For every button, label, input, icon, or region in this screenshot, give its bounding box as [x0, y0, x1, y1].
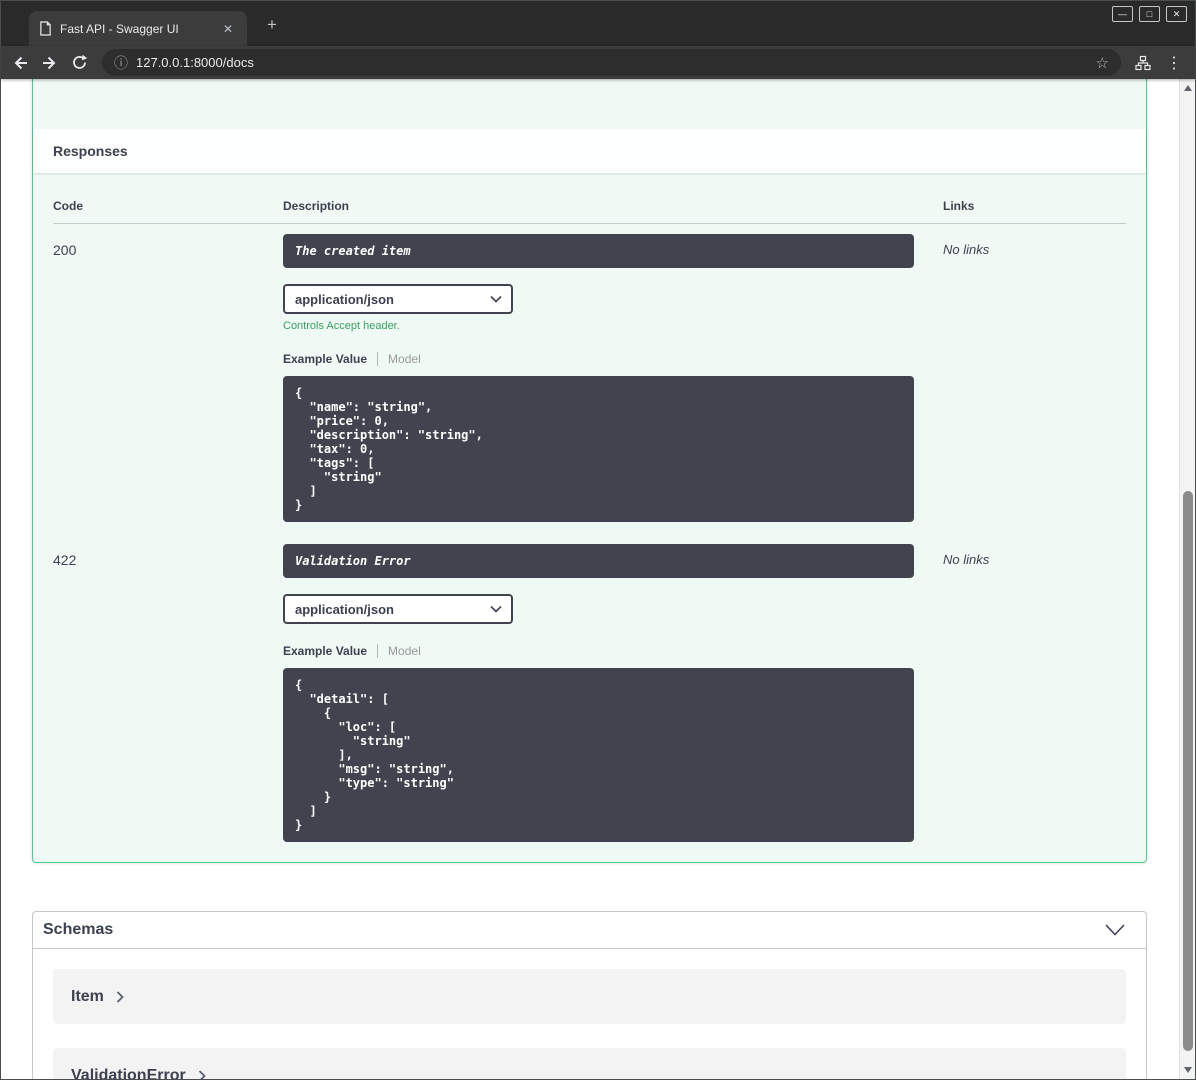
opblock-responses: Responses Code Description Links 200 The…: [32, 79, 1147, 863]
page-favicon-icon: [39, 21, 52, 36]
schemas-list: Item ValidationError: [33, 949, 1146, 1079]
scrollbar-thumb[interactable]: [1183, 491, 1193, 1051]
example-model-tabs: Example Value Model: [283, 352, 943, 366]
response-description-cell: Validation Error application/json Exampl…: [283, 544, 943, 842]
col-header-description: Description: [283, 199, 350, 213]
tab-example-value[interactable]: Example Value: [283, 352, 367, 366]
response-row-200: 200 The created item application/json Co…: [53, 224, 1126, 522]
response-code: 422: [53, 552, 77, 568]
minimize-button[interactable]: —: [1112, 6, 1133, 22]
swagger-page: Responses Code Description Links 200 The…: [1, 79, 1179, 1079]
response-code: 200: [53, 242, 77, 258]
responses-table: Code Description Links 200 The created i…: [33, 173, 1146, 862]
tab-title: Fast API - Swagger UI: [60, 21, 179, 36]
schemas-section: Schemas Item ValidationError: [32, 911, 1147, 1079]
col-header-code: Code: [53, 199, 83, 213]
tab-example-value[interactable]: Example Value: [283, 644, 367, 658]
chevron-right-icon: [198, 1069, 206, 1079]
example-json-200: { "name": "string", "price": 0, "descrip…: [283, 376, 914, 522]
response-links: No links: [943, 242, 990, 257]
col-header-links: Links: [943, 199, 975, 213]
chevron-down-icon[interactable]: [1104, 923, 1126, 937]
response-description-cell: The created item application/json Contro…: [283, 234, 943, 522]
tab-divider: [377, 644, 379, 658]
browser-toolbar: ⓘ 127.0.0.1:8000/docs ☆ ⋮: [1, 46, 1195, 79]
window-controls: — □ ✕: [1112, 6, 1187, 22]
model-row-validationerror[interactable]: ValidationError: [53, 1048, 1126, 1079]
response-description: The created item: [283, 234, 914, 268]
tab-divider: [377, 352, 379, 366]
address-bar[interactable]: ⓘ 127.0.0.1:8000/docs ☆: [102, 49, 1121, 76]
close-button[interactable]: ✕: [1166, 6, 1187, 22]
tab-close-icon[interactable]: ✕: [219, 21, 237, 37]
browser-window: Fast API - Swagger UI ✕ + — □ ✕ ⓘ 127.0.…: [0, 0, 1196, 1080]
content-type-select-wrap: application/json: [283, 284, 513, 314]
schemas-title: Schemas: [43, 921, 114, 938]
tab-model[interactable]: Model: [388, 644, 421, 658]
sitemap-icon[interactable]: [1135, 55, 1151, 71]
back-button[interactable]: [11, 54, 29, 72]
browser-menu-icon[interactable]: ⋮: [1163, 53, 1185, 73]
page-scrollbar[interactable]: [1179, 79, 1195, 1079]
url-text[interactable]: 127.0.0.1:8000/docs: [136, 55, 254, 70]
tab-model[interactable]: Model: [388, 352, 421, 366]
content-type-select[interactable]: application/json: [285, 596, 511, 622]
responses-table-head: Code Description Links: [53, 185, 1126, 224]
response-links: No links: [943, 552, 990, 567]
model-name: Item: [71, 987, 104, 1005]
scrollbar-down-arrow-icon[interactable]: [1180, 1063, 1195, 1077]
example-model-tabs: Example Value Model: [283, 644, 943, 658]
responses-section-header: Responses: [33, 129, 1146, 173]
site-info-icon[interactable]: ⓘ: [114, 53, 128, 73]
content-type-select-wrap: application/json: [283, 594, 513, 624]
chevron-right-icon: [116, 990, 124, 1003]
page-content: Responses Code Description Links 200 The…: [1, 79, 1195, 1079]
opblock-body-spacer: [33, 79, 1146, 129]
responses-title: Responses: [53, 143, 128, 159]
forward-button[interactable]: [41, 54, 59, 72]
model-row-item[interactable]: Item: [53, 969, 1126, 1024]
schemas-header[interactable]: Schemas: [33, 912, 1146, 949]
browser-titlebar: Fast API - Swagger UI ✕ + — □ ✕: [1, 1, 1195, 46]
bookmark-star-icon[interactable]: ☆: [1096, 54, 1109, 72]
response-description: Validation Error: [283, 544, 914, 578]
response-row-422: 422 Validation Error application/json Ex…: [53, 534, 1126, 842]
browser-tab[interactable]: Fast API - Swagger UI ✕: [29, 11, 247, 46]
content-type-select[interactable]: application/json: [285, 286, 511, 312]
new-tab-button[interactable]: +: [261, 15, 283, 37]
maximize-button[interactable]: □: [1139, 6, 1160, 22]
model-name: ValidationError: [71, 1066, 186, 1080]
reload-button[interactable]: [71, 54, 88, 71]
example-json-422: { "detail": [ { "loc": [ "string" ], "ms…: [283, 668, 914, 842]
accept-header-note: Controls Accept header.: [283, 320, 400, 332]
scrollbar-up-arrow-icon[interactable]: [1180, 81, 1195, 95]
